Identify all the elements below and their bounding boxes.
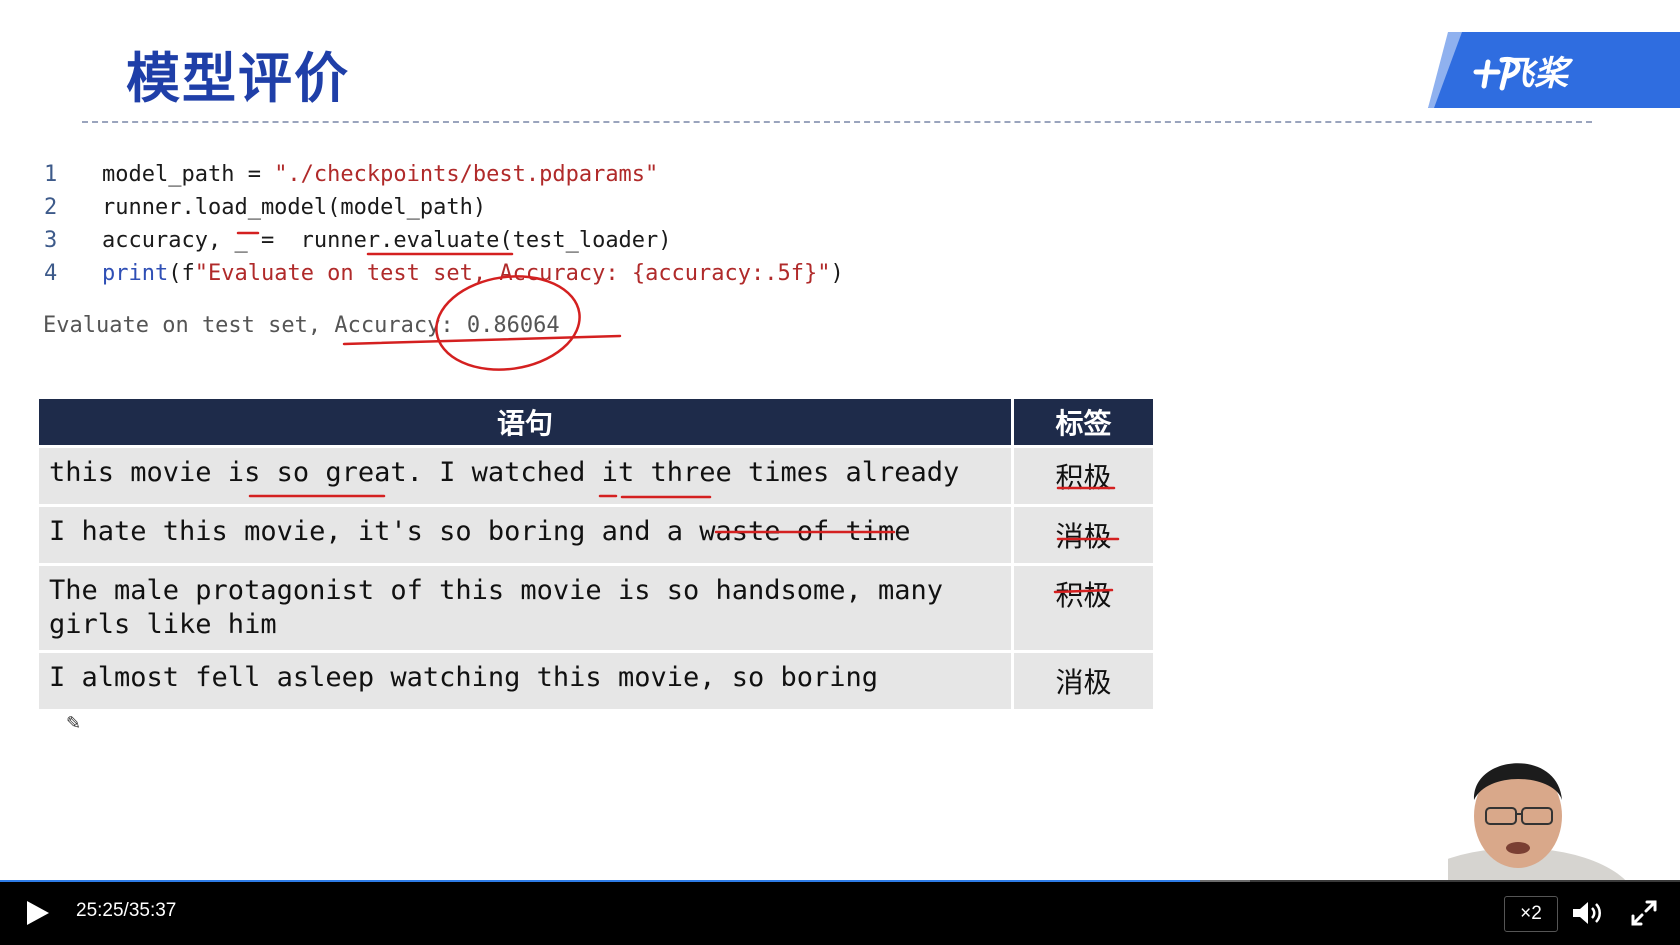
volume-icon[interactable] — [1570, 898, 1604, 928]
duration: 35:37 — [128, 900, 177, 921]
sentence-cell: this movie is so great. I watched it thr… — [39, 448, 1011, 504]
player-controls: 25:25/35:37 ×2 — [0, 882, 1680, 945]
title-divider — [82, 121, 1592, 123]
line-number: 4 — [44, 261, 58, 286]
code-line: 1 model_path = "./checkpoints/best.pdpara… — [44, 158, 844, 191]
sentence-cell: I almost fell asleep watching this movie… — [39, 653, 1011, 709]
code-token: runner.load_model(model_path) — [102, 195, 487, 220]
sentence-cell: I hate this movie, it's so boring and a … — [39, 507, 1011, 563]
code-token: accuracy, _ = runner.evaluate(test_loade… — [102, 228, 672, 253]
code-token: (f — [168, 261, 195, 286]
code-token: ) — [830, 261, 844, 286]
code-line: 3 accuracy, _ = runner.evaluate(test_load… — [44, 224, 844, 257]
time-display: 25:25/35:37 — [76, 900, 176, 922]
table-row: I almost fell asleep watching this movie… — [39, 653, 1153, 709]
examples-table: 语句 标签 this movie is so great. I watched … — [36, 396, 1156, 712]
fullscreen-icon[interactable] — [1630, 899, 1658, 927]
video-frame[interactable]: 模型评价 飞桨 1 model_path = "./checkpoints/bes… — [0, 0, 1680, 882]
code-token: "./checkpoints/best.pdparams" — [274, 162, 659, 187]
play-icon[interactable] — [22, 898, 52, 928]
slide-title: 模型评价 — [126, 47, 350, 110]
code-token: model_path = — [102, 162, 275, 187]
pencil-cursor-icon: ✎ — [66, 713, 82, 734]
code-token: print — [102, 261, 169, 286]
presenter-video — [1448, 763, 1628, 882]
header-label: 标签 — [1013, 399, 1153, 445]
table-row: The male protagonist of this movie is so… — [39, 566, 1153, 650]
line-number: 2 — [44, 195, 58, 220]
code-token: "Evaluate on test set, Accuracy: {accura… — [194, 261, 831, 286]
label-cell: 消极 — [1013, 507, 1153, 563]
label-cell: 积极 — [1013, 448, 1153, 504]
label-cell: 积极 — [1013, 566, 1153, 650]
header-sentence: 语句 — [39, 399, 1011, 445]
sentence-cell: The male protagonist of this movie is so… — [39, 566, 1011, 650]
label-cell: 消极 — [1013, 653, 1153, 709]
current-time: 25:25 — [76, 900, 124, 921]
line-number: 1 — [44, 162, 58, 187]
code-output: Evaluate on test set, Accuracy: 0.86064 — [43, 313, 560, 338]
line-number: 3 — [44, 228, 58, 253]
table-row: this movie is so great. I watched it thr… — [39, 448, 1153, 504]
code-line: 2 runner.load_model(model_path) — [44, 191, 844, 224]
table-row: I hate this movie, it's so boring and a … — [39, 507, 1153, 563]
table-header-row: 语句 标签 — [39, 399, 1153, 445]
playback-speed-button[interactable]: ×2 — [1504, 896, 1558, 932]
logo-text: 飞桨 — [1500, 54, 1568, 94]
code-block: 1 model_path = "./checkpoints/best.pdpara… — [44, 158, 844, 290]
code-line: 4 print(f"Evaluate on test set, Accuracy:… — [44, 257, 844, 290]
